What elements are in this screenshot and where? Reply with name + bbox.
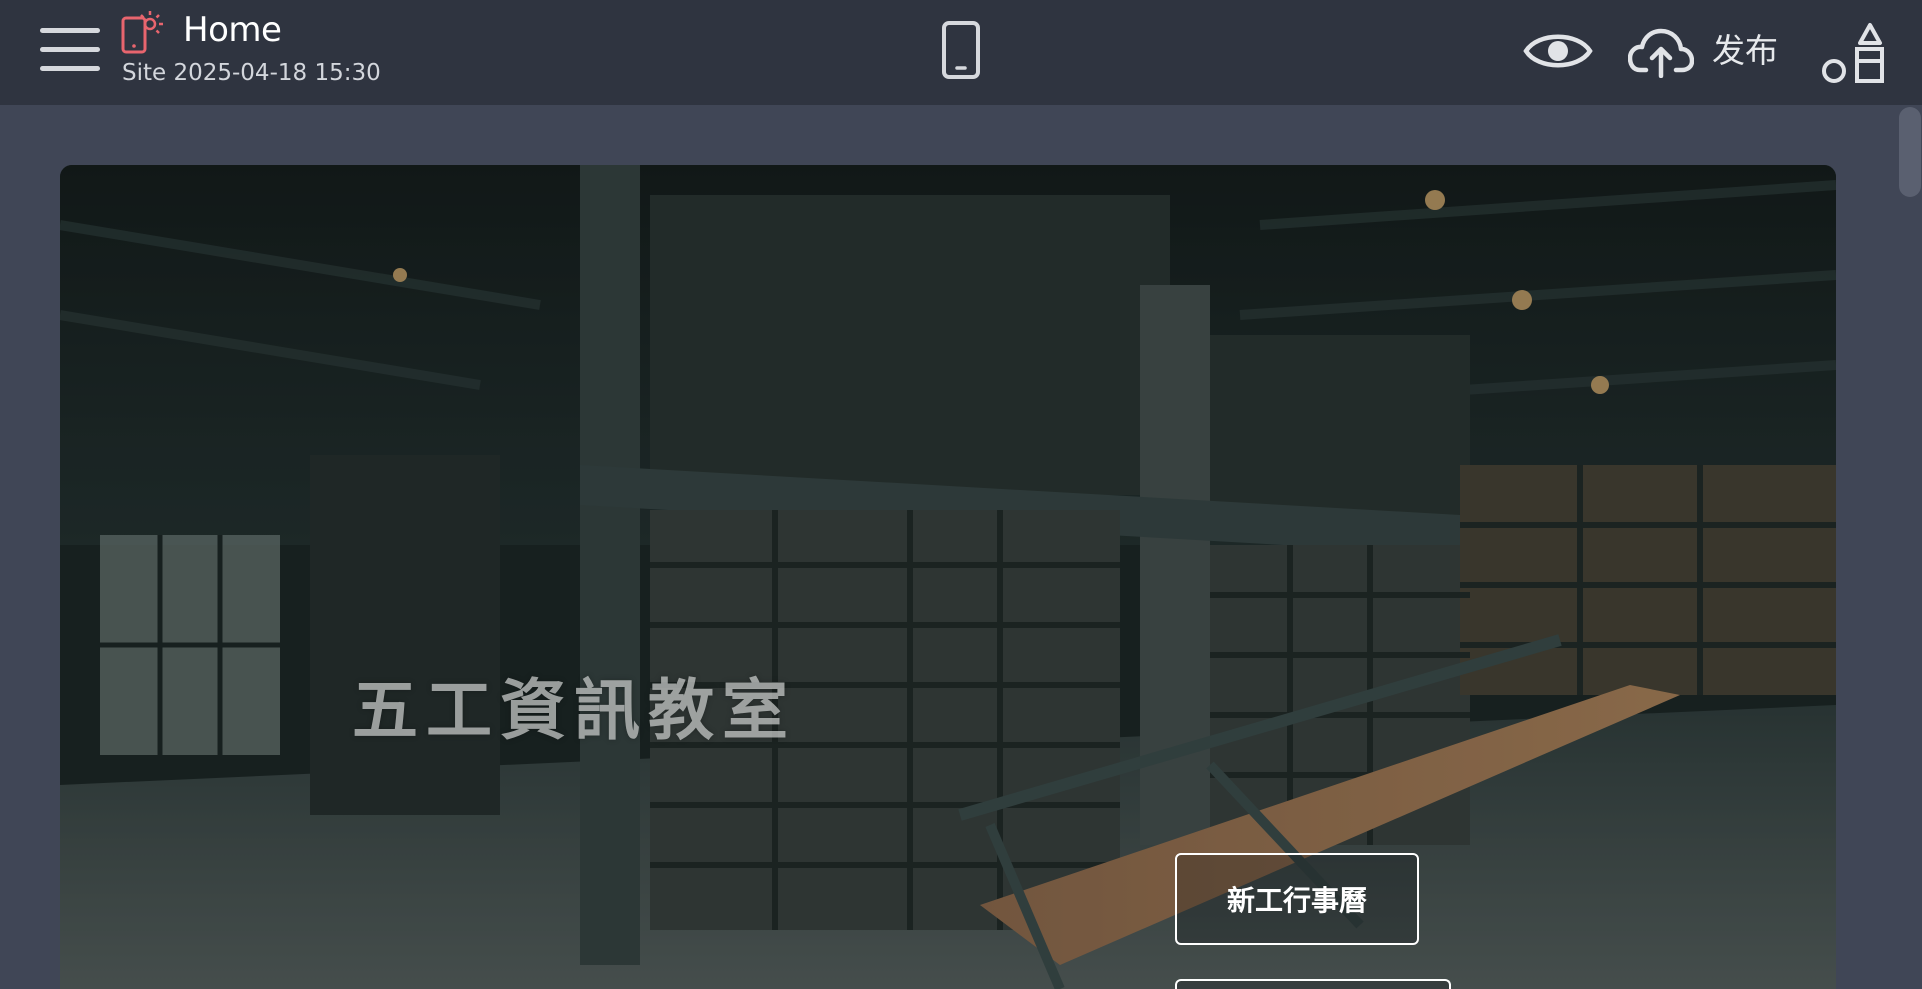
scrollbar-track[interactable]: [1896, 105, 1922, 989]
mobile-device-icon[interactable]: [940, 20, 982, 80]
hero-title: 五工資訊教室: [352, 671, 796, 749]
publish-label: 发布: [1712, 31, 1778, 70]
cloud-upload-icon: [1628, 28, 1694, 78]
site-timestamp: Site 2025-04-18 15:30: [122, 60, 381, 86]
hero-secondary-button[interactable]: [1175, 979, 1451, 989]
scrollbar-thumb[interactable]: [1899, 107, 1921, 197]
top-toolbar: Home Site 2025-04-18 15:30 发布: [0, 0, 1922, 105]
page-title: Home: [183, 10, 282, 50]
shapes-icon[interactable]: [1820, 22, 1886, 84]
hamburger-menu-icon[interactable]: [40, 28, 100, 76]
hero-banner[interactable]: 五工資訊教室 新工行事曆: [60, 165, 1836, 989]
calendar-button[interactable]: 新工行事曆: [1175, 853, 1419, 945]
library-background-image: [60, 165, 1836, 989]
publish-button[interactable]: 发布: [1628, 22, 1798, 82]
mobile-page-icon: [121, 11, 163, 54]
eye-icon[interactable]: [1523, 24, 1593, 78]
